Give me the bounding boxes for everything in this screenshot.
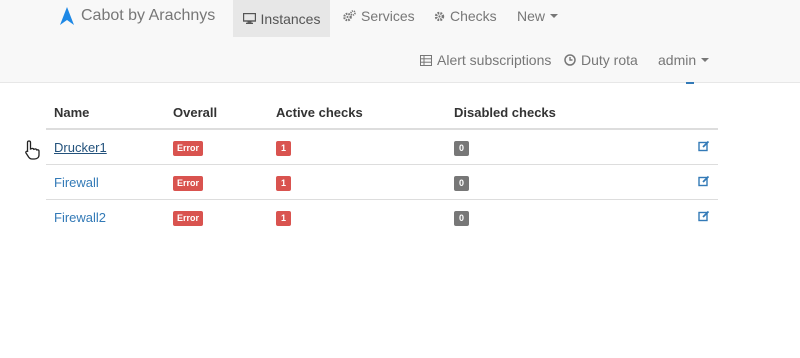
- dropdown-toggle-underline: [686, 82, 694, 84]
- list-icon: [420, 54, 432, 66]
- nav-checks[interactable]: Checks: [434, 7, 497, 25]
- disabled-checks-cell: 0: [446, 128, 690, 165]
- overall-cell: Error: [165, 199, 268, 234]
- active-checks-cell: 1: [268, 164, 446, 200]
- nav-admin-dropdown[interactable]: admin: [658, 51, 710, 69]
- table-row: Firewall Error 1 0: [46, 164, 718, 200]
- status-badge: Error: [173, 175, 204, 191]
- edit-icon: [698, 140, 710, 152]
- overall-cell: Error: [165, 128, 268, 165]
- active-checks-count-badge: 1: [276, 175, 292, 191]
- active-checks-count-badge: 1: [276, 140, 292, 156]
- column-header-disabled-checks[interactable]: Disabled checks: [446, 96, 690, 130]
- nav-new-dropdown[interactable]: New: [517, 7, 559, 25]
- nav-instances-label: Instances: [260, 10, 321, 27]
- table-row: Drucker1 Error 1 0: [46, 128, 718, 165]
- disabled-checks-cell: 0: [446, 164, 690, 200]
- table-row: Firewall2 Error 1 0: [46, 199, 718, 234]
- disabled-checks-count-badge: 0: [454, 210, 470, 226]
- edit-icon: [698, 175, 710, 187]
- nav-admin-label: admin: [658, 52, 697, 68]
- edit-button[interactable]: [698, 210, 710, 225]
- brand-title: Cabot by Arachnys: [81, 7, 216, 24]
- nav-new-label: New: [517, 8, 546, 24]
- caret-down-icon: [701, 58, 710, 62]
- nav-instances[interactable]: Instances: [233, 0, 330, 37]
- status-badge: Error: [173, 140, 204, 156]
- nav-services-label: Services: [361, 8, 415, 24]
- instance-link[interactable]: Firewall: [54, 175, 99, 190]
- hand-pointer-cursor-icon: [25, 140, 40, 160]
- column-header-actions: [690, 96, 718, 130]
- actions-cell: [690, 128, 718, 165]
- gear-icon: [434, 11, 445, 21]
- nav-services[interactable]: Services: [343, 7, 415, 25]
- nav-alert-subscriptions[interactable]: Alert subscriptions: [420, 51, 551, 69]
- edit-button[interactable]: [698, 140, 710, 155]
- nav-duty-rota-label: Duty rota: [581, 52, 638, 68]
- active-checks-cell: 1: [268, 199, 446, 234]
- instances-table: Name Overall Active checks Disabled chec…: [46, 96, 718, 234]
- brand-link[interactable]: Cabot by Arachnys: [60, 4, 215, 28]
- disabled-checks-cell: 0: [446, 199, 690, 234]
- active-checks-cell: 1: [268, 128, 446, 165]
- name-cell: Firewall2: [46, 199, 165, 234]
- actions-cell: [690, 199, 718, 234]
- status-badge: Error: [173, 210, 204, 226]
- nav-duty-rota[interactable]: Duty rota: [564, 51, 638, 69]
- caret-down-icon: [550, 14, 559, 18]
- name-cell: Drucker1: [46, 128, 165, 165]
- instance-link[interactable]: Firewall2: [54, 210, 106, 225]
- column-header-active-checks[interactable]: Active checks: [268, 96, 446, 130]
- active-checks-count-badge: 1: [276, 210, 292, 226]
- column-header-overall[interactable]: Overall: [165, 96, 268, 130]
- actions-cell: [690, 164, 718, 200]
- table-header-row: Name Overall Active checks Disabled chec…: [46, 96, 718, 130]
- monitor-icon: [242, 13, 256, 24]
- column-header-name[interactable]: Name: [46, 96, 165, 130]
- cogs-icon: [343, 10, 356, 22]
- name-cell: Firewall: [46, 164, 165, 200]
- navbar: Cabot by Arachnys Instances Services Che…: [0, 0, 800, 83]
- edit-button[interactable]: [698, 175, 710, 190]
- disabled-checks-count-badge: 0: [454, 140, 470, 156]
- instance-link[interactable]: Drucker1: [54, 140, 107, 155]
- edit-icon: [698, 210, 710, 222]
- disabled-checks-count-badge: 0: [454, 175, 470, 191]
- arachnys-logo-icon: [60, 7, 74, 25]
- clock-icon: [564, 54, 576, 66]
- nav-checks-label: Checks: [450, 8, 497, 24]
- nav-alert-subscriptions-label: Alert subscriptions: [437, 52, 552, 68]
- overall-cell: Error: [165, 164, 268, 200]
